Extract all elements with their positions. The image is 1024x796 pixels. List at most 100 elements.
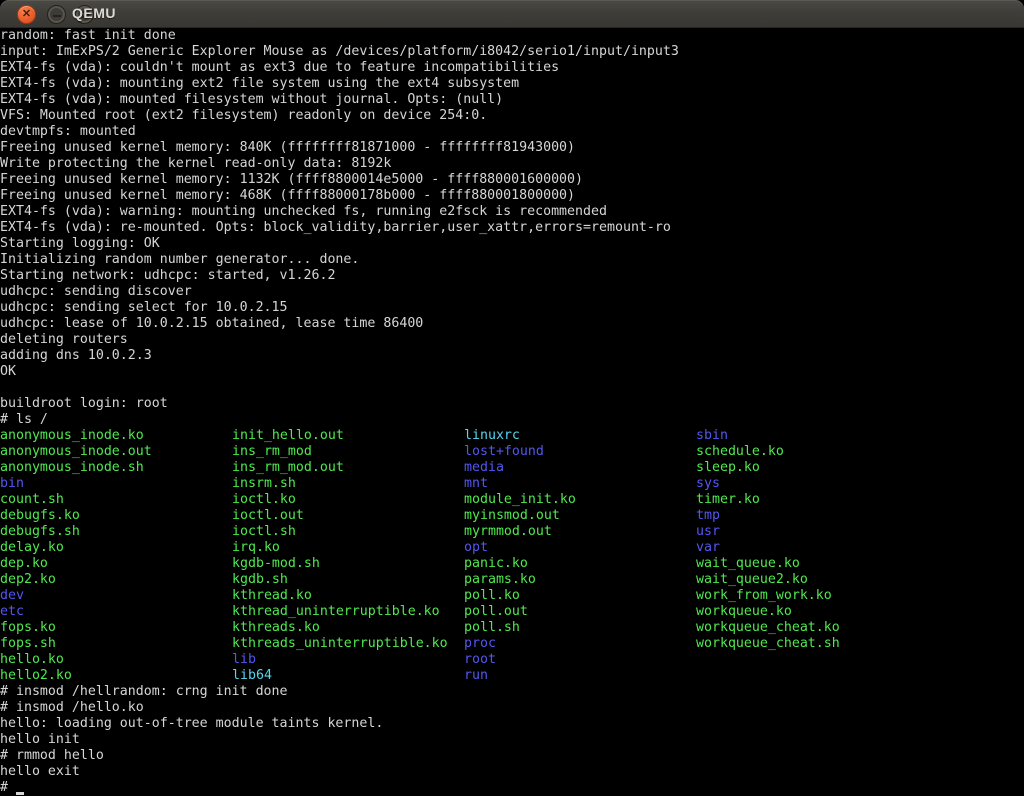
ls-row: anonymous_inode.ko init_hello.out linuxrc s…: [0, 428, 1024, 444]
file-entry: myrmmod.out: [464, 524, 552, 540]
file-entry: work_from_work.ko: [696, 588, 832, 604]
terminal-line: udhcpc: sending discover: [0, 284, 1024, 300]
file-entry: anonymous_inode.ko: [0, 428, 144, 444]
terminal-line: EXT4-fs (vda): re-mounted. Opts: block_v…: [0, 220, 1024, 236]
file-entry: usr: [696, 524, 720, 540]
ls-row: etckthread_uninterruptible.kopoll.outwor…: [0, 604, 1024, 620]
file-entry: dev: [0, 588, 24, 604]
ls-row: dep2.kokgdb.shparams.kowait_queue2.ko: [0, 572, 1024, 588]
terminal-line: buildroot login: root: [0, 396, 1024, 412]
terminal-line: VFS: Mounted root (ext2 filesystem) read…: [0, 108, 1024, 124]
file-entry: poll.ko: [464, 588, 520, 604]
file-entry: ioctl.sh: [232, 524, 296, 540]
post-lines: # insmod /hellrandom: crng init done# in…: [0, 684, 1024, 780]
terminal-line: udhcpc: sending select for 10.0.2.15: [0, 300, 1024, 316]
terminal-line: deleting routers: [0, 332, 1024, 348]
file-entry: irq.ko: [232, 540, 280, 556]
terminal-line: # ls /: [0, 412, 1024, 428]
file-entry: hello.ko: [0, 652, 64, 668]
file-entry: hello2.ko: [0, 668, 72, 684]
file-entry: root: [464, 652, 496, 668]
file-entry: fops.sh: [0, 636, 56, 652]
file-entry: bin: [0, 476, 24, 492]
ls-row: fops.ko kthreads.ko poll.sh workqueue_cheat…: [0, 620, 1024, 636]
ls-row: bininsrm.shmntsys: [0, 476, 1024, 492]
terminal-line: input: ImExPS/2 Generic Explorer Mouse a…: [0, 44, 1024, 60]
terminal-line: hello exit: [0, 764, 1024, 780]
file-entry: module_init.ko: [464, 492, 576, 508]
file-entry: debugfs.ko: [0, 508, 80, 524]
prompt-line: #: [0, 780, 1024, 796]
terminal-line: Freeing unused kernel memory: 840K (ffff…: [0, 140, 1024, 156]
file-entry: var: [696, 540, 720, 556]
ls-row: hello2.ko lib64 run: [0, 668, 1024, 684]
file-entry: dep.ko: [0, 556, 48, 572]
ls-row: debugfs.sh ioctl.sh myrmmod.out usr: [0, 524, 1024, 540]
file-entry: anonymous_inode.sh: [0, 460, 144, 476]
file-entry: opt: [464, 540, 488, 556]
file-entry: kthread_uninterruptible.ko: [232, 604, 440, 620]
file-entry: media: [464, 460, 504, 476]
terminal-line: EXT4-fs (vda): mounted filesystem withou…: [0, 92, 1024, 108]
file-entry: sys: [696, 476, 720, 492]
terminal-line: # insmod /hellrandom: crng init done: [0, 684, 1024, 700]
file-entry: linuxrc: [464, 428, 520, 444]
ls-row: debugfs.koioctl.outmyinsmod.outtmp: [0, 508, 1024, 524]
file-entry: poll.out: [464, 604, 528, 620]
file-entry: fops.ko: [0, 620, 56, 636]
minimize-icon: [53, 15, 61, 17]
ls-output: anonymous_inode.ko init_hello.out linuxrc s…: [0, 428, 1024, 684]
file-entry: kthreads.ko: [232, 620, 320, 636]
terminal-line: EXT4-fs (vda): couldn't mount as ext3 du…: [0, 60, 1024, 76]
terminal-line: # insmod /hello.ko: [0, 700, 1024, 716]
ls-row: fops.shkthreads_uninterruptible.koprocwo…: [0, 636, 1024, 652]
file-entry: count.sh: [0, 492, 64, 508]
terminal-line: hello: loading out-of-tree module taints…: [0, 716, 1024, 732]
terminal-line: udhcpc: lease of 10.0.2.15 obtained, lea…: [0, 316, 1024, 332]
file-entry: ins_rm_mod.out: [232, 460, 344, 476]
terminal-line: Freeing unused kernel memory: 468K (ffff…: [0, 188, 1024, 204]
file-entry: panic.ko: [464, 556, 528, 572]
file-entry: wait_queue.ko: [696, 556, 800, 572]
prompt-text: #: [0, 780, 16, 795]
file-entry: ioctl.ko: [232, 492, 296, 508]
file-entry: anonymous_inode.out: [0, 444, 152, 460]
terminal-line: Freeing unused kernel memory: 1132K (fff…: [0, 172, 1024, 188]
file-entry: ioctl.out: [232, 508, 304, 524]
file-entry: init_hello.out: [232, 428, 344, 444]
file-entry: proc: [464, 636, 496, 652]
terminal-line: random: fast init done: [0, 28, 1024, 44]
file-entry: kgdb-mod.sh: [232, 556, 320, 572]
file-entry: tmp: [696, 508, 720, 524]
terminal-line: adding dns 10.0.2.3: [0, 348, 1024, 364]
terminal-line: Starting logging: OK: [0, 236, 1024, 252]
file-entry: delay.ko: [0, 540, 64, 556]
file-entry: etc: [0, 604, 24, 620]
close-button[interactable]: ✕: [17, 5, 36, 24]
window-title: QEMU: [72, 0, 116, 28]
file-entry: lib64: [232, 668, 272, 684]
file-entry: schedule.ko: [696, 444, 784, 460]
file-entry: poll.sh: [464, 620, 520, 636]
boot-lines: random: fast init doneinput: ImExPS/2 Ge…: [0, 28, 1024, 428]
file-entry: workqueue_cheat.ko: [696, 620, 840, 636]
file-entry: debugfs.sh: [0, 524, 80, 540]
terminal-line: Starting network: udhcpc: started, v1.26…: [0, 268, 1024, 284]
file-entry: sbin: [696, 428, 728, 444]
ls-row: count.shioctl.komodule_init.kotimer.ko: [0, 492, 1024, 508]
ls-row: anonymous_inode.shins_rm_mod.outmediasle…: [0, 460, 1024, 476]
terminal-line: hello init: [0, 732, 1024, 748]
window-titlebar[interactable]: ✕ QEMU: [0, 0, 1024, 28]
file-entry: kthreads_uninterruptible.ko: [232, 636, 448, 652]
minimize-button[interactable]: [47, 5, 66, 24]
terminal-line: EXT4-fs (vda): warning: mounting uncheck…: [0, 204, 1024, 220]
terminal-line: EXT4-fs (vda): mounting ext2 file system…: [0, 76, 1024, 92]
file-entry: run: [464, 668, 488, 684]
file-entry: kgdb.sh: [232, 572, 288, 588]
qemu-window: ✕ QEMU random: fast init doneinput: ImEx…: [0, 0, 1024, 796]
file-entry: wait_queue2.ko: [696, 572, 808, 588]
ls-row: anonymous_inode.outins_rm_modlost+founds…: [0, 444, 1024, 460]
terminal-line: # rmmod hello: [0, 748, 1024, 764]
terminal-screen[interactable]: random: fast init doneinput: ImExPS/2 Ge…: [0, 28, 1024, 796]
file-entry: lib: [232, 652, 256, 668]
